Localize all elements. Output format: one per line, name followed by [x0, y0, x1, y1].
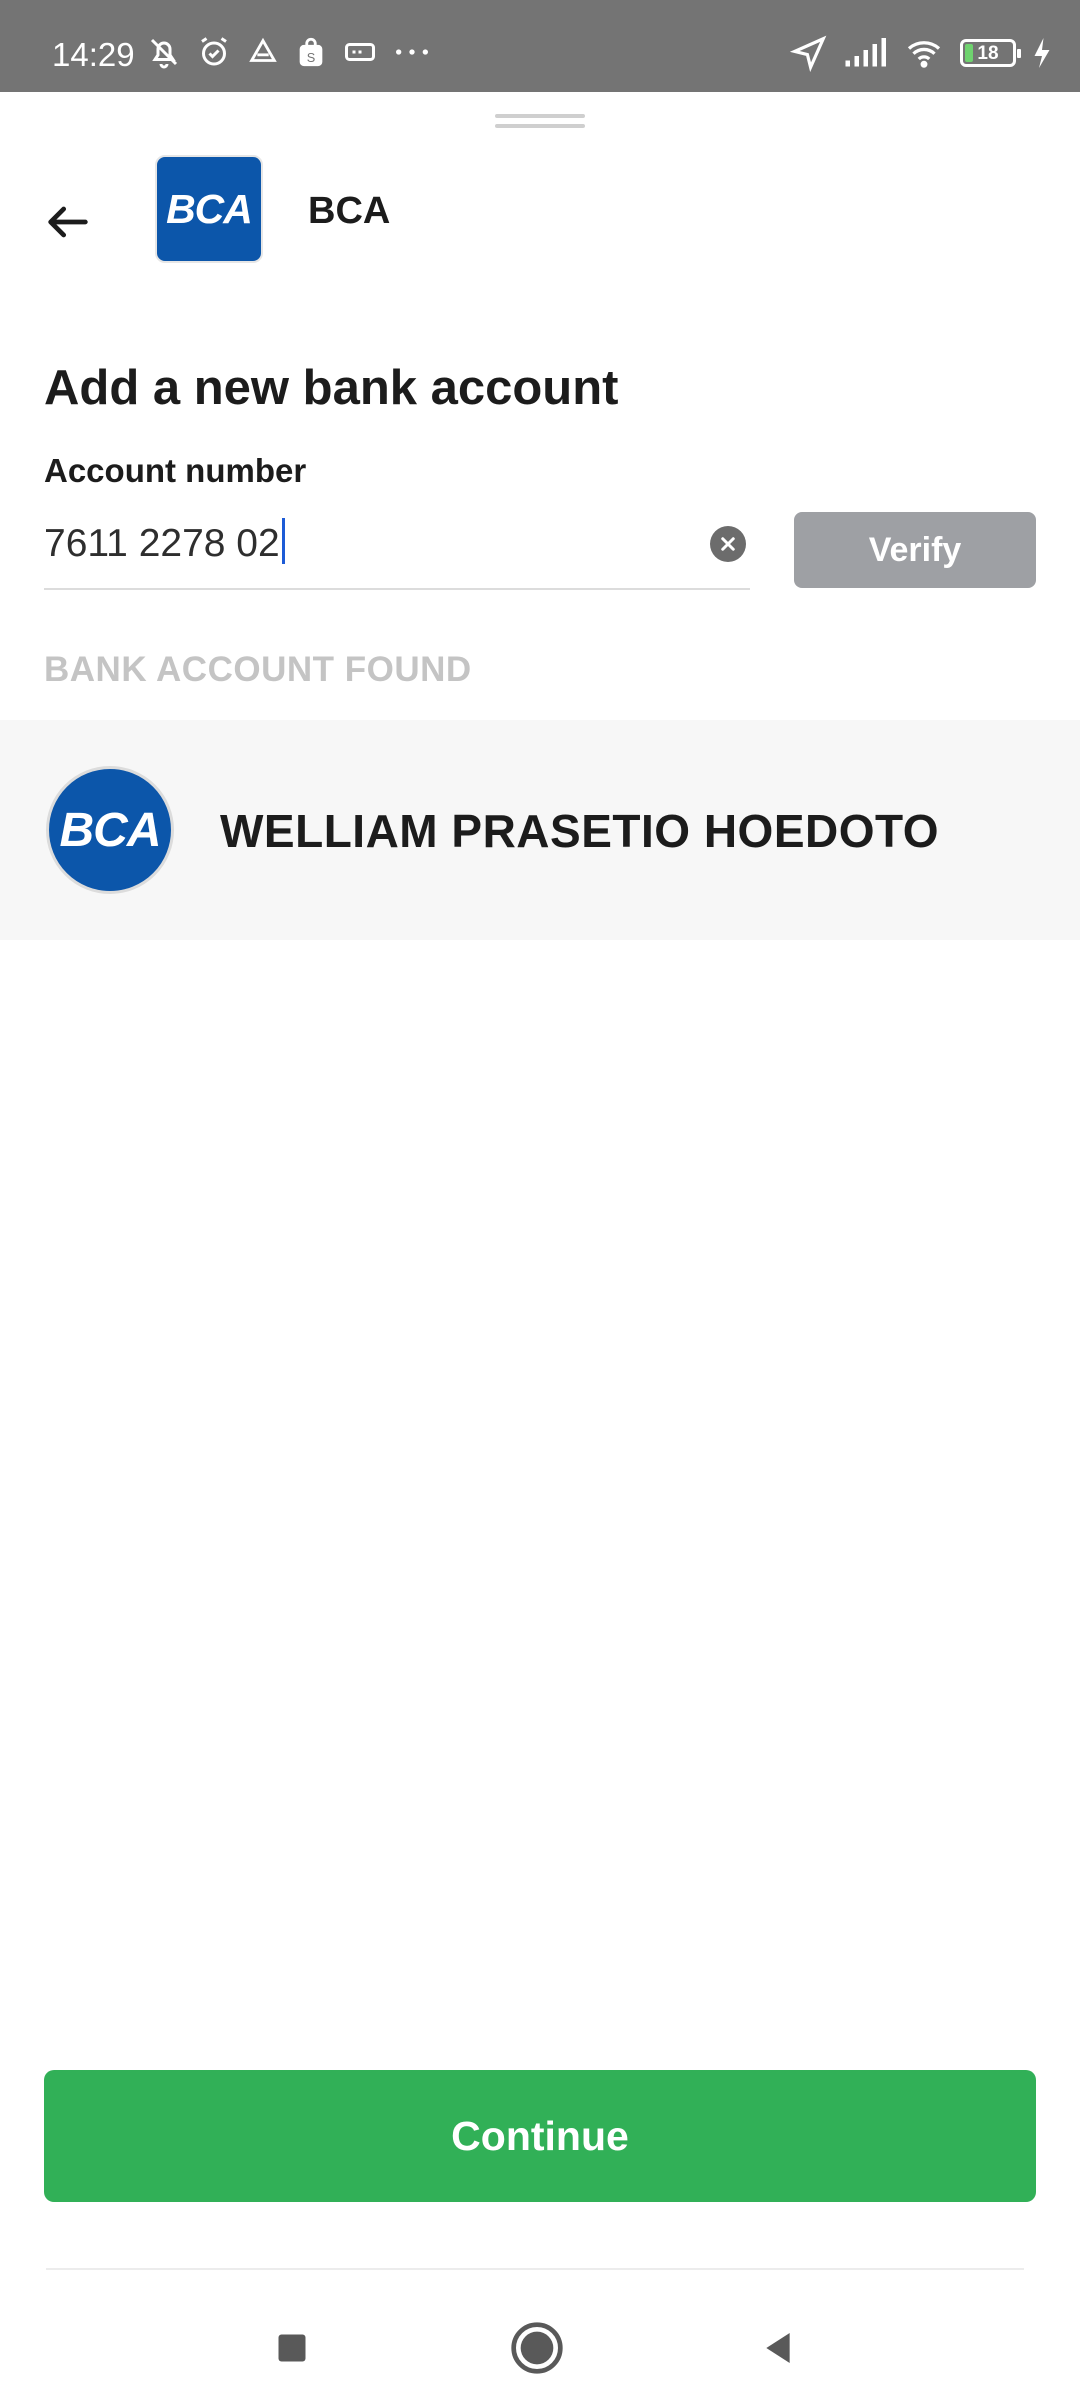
triangle-back-icon [766, 2333, 790, 2363]
text-caret [281, 518, 285, 564]
back-arrow-icon [48, 206, 88, 238]
battery-icon: 18 [960, 39, 1021, 67]
account-holder-name: WELLIAM PRASETIO HOEDOTO [220, 805, 940, 857]
signal-icon [845, 38, 886, 67]
location-arrow-icon [790, 35, 827, 72]
bank-logo: BCA [155, 155, 263, 263]
system-nav-bar [0, 2290, 1080, 2400]
status-time: 14:29 [52, 36, 135, 73]
back-button[interactable] [30, 186, 106, 258]
bank-logo-circle: BCA [46, 766, 174, 894]
verify-button[interactable]: Verify [794, 512, 1036, 588]
account-number-field[interactable]: 7611 2278 02 [44, 510, 750, 590]
continue-button[interactable]: Continue [44, 2070, 1036, 2202]
wifi-icon [907, 41, 941, 68]
shopping-bag-icon: S [299, 37, 323, 67]
account-number-input[interactable]: 7611 2278 02 [44, 518, 285, 566]
home-button[interactable] [497, 2308, 577, 2388]
bank-account-found-header: BANK ACCOUNT FOUND [44, 650, 472, 689]
circle-icon [511, 2322, 563, 2374]
bank-name: BCA [308, 190, 391, 232]
card-icon [345, 43, 375, 61]
drive-icon [249, 37, 277, 62]
page-title: Add a new bank account [44, 361, 619, 415]
more-dots-icon [396, 49, 428, 55]
close-icon [721, 537, 735, 551]
found-account-row[interactable]: BCA WELLIAM PRASETIO HOEDOTO [0, 720, 1080, 940]
nav-divider [46, 2268, 1024, 2270]
account-number-value: 7611 2278 02 [44, 522, 280, 565]
battery-level: 18 [977, 43, 999, 64]
status-bar: 14:29 S 18 [0, 0, 1080, 92]
bell-off-icon [150, 38, 178, 69]
clear-input-button[interactable] [710, 526, 746, 562]
back-nav-button[interactable] [738, 2308, 818, 2388]
alarm-icon [201, 37, 227, 66]
bank-logo-text: BCA [59, 803, 162, 857]
status-right-icons: 18 [790, 34, 1054, 72]
status-left-icons: S [146, 34, 432, 70]
square-icon [278, 2334, 306, 2362]
bank-logo-text: BCA [166, 185, 253, 232]
charging-icon [1034, 38, 1050, 68]
sheet-drag-handle[interactable] [495, 114, 585, 132]
account-number-label: Account number [44, 452, 307, 489]
recent-apps-button[interactable] [252, 2308, 332, 2388]
svg-text:S: S [307, 50, 316, 65]
